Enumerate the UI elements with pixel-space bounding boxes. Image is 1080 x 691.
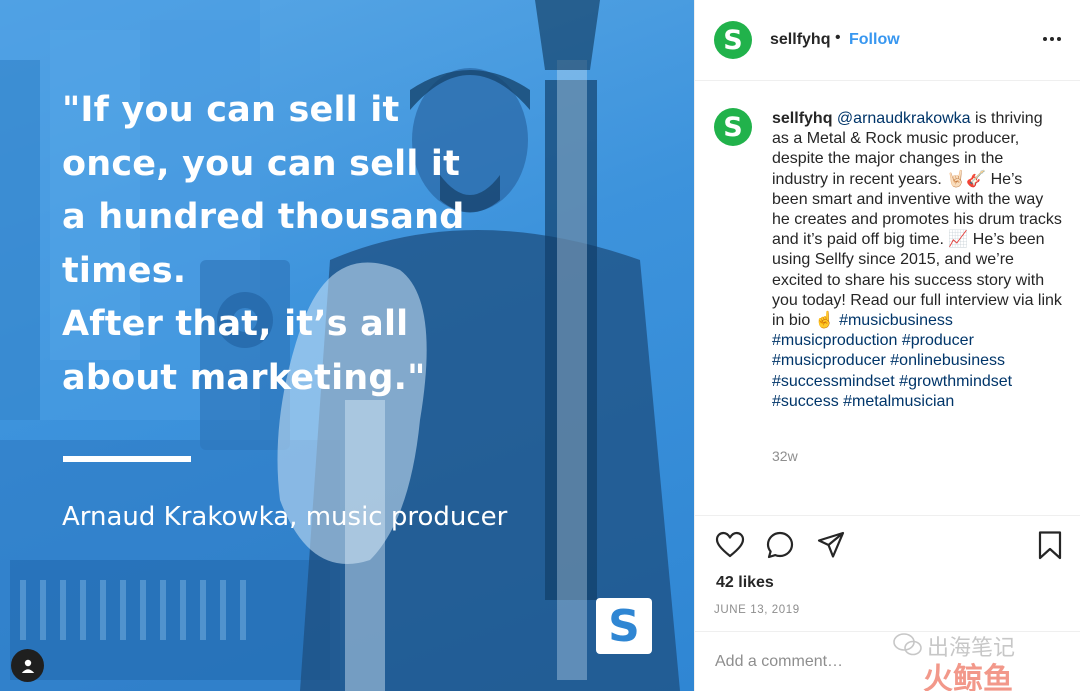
caption-avatar[interactable]: S [714,108,752,146]
follow-button[interactable]: Follow [849,31,900,49]
profile-avatar[interactable]: S [714,21,752,59]
hashtag-link[interactable]: #metalmusician [843,393,954,410]
hashtag-link[interactable]: #musicbusiness [839,312,953,329]
post-date: JUNE 13, 2019 [714,604,800,616]
hashtag-link[interactable]: #musicproducer [772,352,886,369]
hashtag-link[interactable]: #success [772,393,839,410]
post-caption: sellfyhq @arnaudkrakowka is thriving as … [772,109,1062,412]
quote-line: times. [62,250,187,291]
hashtag-link[interactable]: #producer [902,332,974,349]
caption-timestamp[interactable]: 32w [772,448,798,464]
watermark-brand: 火鲸鱼 [923,662,1013,691]
quote-line: once, you can sell it [62,143,461,184]
hashtag-link[interactable]: #musicproduction [772,332,897,349]
quote-text: "If you can sell it once, you can sell i… [62,84,465,405]
more-options-icon[interactable] [1043,37,1061,41]
post-header: S sellfyhq • Follow [695,0,1080,81]
wechat-icon [893,633,922,656]
caption-username[interactable]: sellfyhq [772,110,832,127]
watermark-logo: 出海笔记 火鲸鱼 [891,628,1077,691]
comments-section: S sellfyhq @arnaudkrakowka is thriving a… [695,82,1080,514]
separator-dot: • [835,29,841,46]
header-username[interactable]: sellfyhq [770,31,830,49]
quote-line: a hundred thousand [62,197,465,237]
post-sidebar: S sellfyhq • Follow S sellfyhq @arnaudkr… [694,0,1080,691]
post-actions: 42 likes JUNE 13, 2019 [695,515,1080,631]
comment-icon[interactable] [765,530,795,560]
quote-line: "If you can sell it [62,90,400,130]
user-icon [21,659,34,673]
quote-divider [63,456,191,462]
quote-author: Arnaud Krakowka, music producer [62,502,508,532]
hashtag-link[interactable]: #onlinebusiness [890,352,1005,369]
likes-count[interactable]: 42 likes [716,574,774,592]
hashtag-link[interactable]: #successmindset [772,373,895,390]
share-icon[interactable] [816,530,846,560]
caption-text: is thriving as a Metal & Rock music prod… [772,110,1062,330]
hashtag-link[interactable]: #growthmindset [899,373,1012,390]
quote-line: about marketing." [62,357,426,398]
heart-icon[interactable] [715,530,745,560]
sellfy-logo: S [596,598,652,654]
add-comment-bar: 出海笔记 火鲸鱼 [695,631,1080,691]
quote-line: After that, it’s all [62,304,409,344]
mention-link[interactable]: @arnaudkrakowka [837,110,971,127]
bookmark-icon[interactable] [1035,530,1065,560]
post-image[interactable]: "If you can sell it once, you can sell i… [0,0,694,691]
tagged-user-icon[interactable] [11,649,44,682]
